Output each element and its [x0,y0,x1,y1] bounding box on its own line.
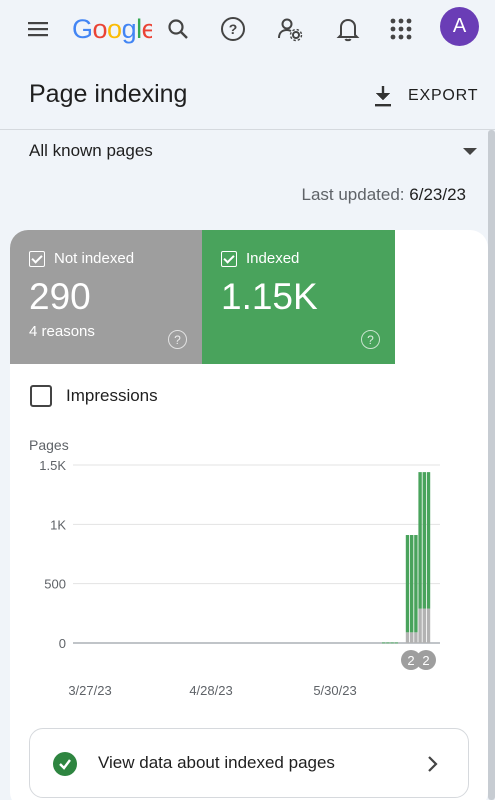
export-label: EXPORT [408,87,479,104]
dropdown-caret-icon[interactable] [463,148,477,155]
x-tick-label: 5/30/23 [313,683,356,698]
indexed-checkbox[interactable] [221,250,237,267]
indexed-label: Indexed [246,250,300,267]
y-tick-label: 500 [44,577,66,592]
check-circle-icon [53,752,77,776]
y-axis-title: Pages [29,437,69,453]
view-indexed-pages-label: View data about indexed pages [98,753,335,772]
annotation-label: 2 [407,653,414,668]
bar-segment-not-indexed [414,632,418,643]
y-tick-label: 0 [59,636,66,651]
bar-segment-indexed [422,472,426,609]
indexed-tile[interactable]: Indexed 1.15K ? [202,230,395,364]
impressions-checkbox[interactable] [30,385,52,407]
header-divider [0,129,495,130]
help-icon[interactable]: ? [168,330,187,349]
chevron-right-icon [426,753,440,780]
not-indexed-reasons: 4 reasons [29,323,95,340]
bar-segment-not-indexed [422,608,426,643]
view-indexed-pages-button[interactable]: View data about indexed pages [29,728,469,798]
search-icon[interactable] [158,9,198,49]
y-tick-label: 1K [50,517,66,532]
avatar[interactable]: A [440,7,479,46]
svg-text:?: ? [229,21,238,37]
x-tick-label: 3/27/23 [68,683,111,698]
download-icon [375,86,391,107]
bar-segment-indexed [418,472,422,609]
menu-icon[interactable] [18,9,58,49]
not-indexed-tile[interactable]: Not indexed 290 4 reasons ? [10,230,202,364]
annotation-label: 2 [422,653,429,668]
top-app-bar: Google ? A [0,0,495,58]
last-updated-label: Last updated: [301,185,405,204]
bar-segment-not-indexed [426,608,431,643]
not-indexed-label: Not indexed [54,250,135,267]
notifications-icon[interactable] [328,9,368,49]
x-tick-label: 4/28/23 [189,683,232,698]
bar-segment-indexed [414,535,418,633]
not-indexed-count: 290 [29,276,91,317]
export-button[interactable]: EXPORT [372,82,478,110]
page-filter-dropdown[interactable]: All known pages [29,141,153,161]
bar-segment-indexed [405,535,410,633]
page-title: Page indexing [29,80,188,108]
indexing-card: Not indexed 290 4 reasons ? Indexed 1.15… [10,230,488,800]
apps-icon[interactable] [381,9,421,49]
impressions-toggle[interactable]: Impressions [30,385,158,407]
help-icon[interactable]: ? [213,9,253,49]
bar-segment-not-indexed [405,632,410,643]
not-indexed-checkbox[interactable] [29,250,45,267]
indexing-chart: Pages 0 500 1K 1.5K 3/27/23 4/28/23 5/30/23 2 2 [29,437,440,698]
google-logo[interactable]: Google [72,14,152,48]
y-tick-label: 1.5K [39,458,66,473]
last-updated: Last updated: 6/23/23 [302,185,467,205]
bar-segment-indexed [382,642,386,644]
last-updated-value: 6/23/23 [409,185,466,204]
bar-segment-not-indexed [418,608,422,643]
impressions-label: Impressions [66,386,158,405]
bar-segment-indexed [426,472,431,609]
indexed-count: 1.15K [221,276,318,317]
manage-users-icon[interactable] [270,9,310,49]
bar-segment-indexed [394,642,398,644]
scrollbar[interactable] [488,130,495,800]
bar-segment-not-indexed [410,632,414,643]
bar-segment-indexed [410,535,414,633]
bar-segment-indexed [390,642,394,644]
bar-segment-indexed [386,642,390,644]
help-icon[interactable]: ? [361,330,380,349]
